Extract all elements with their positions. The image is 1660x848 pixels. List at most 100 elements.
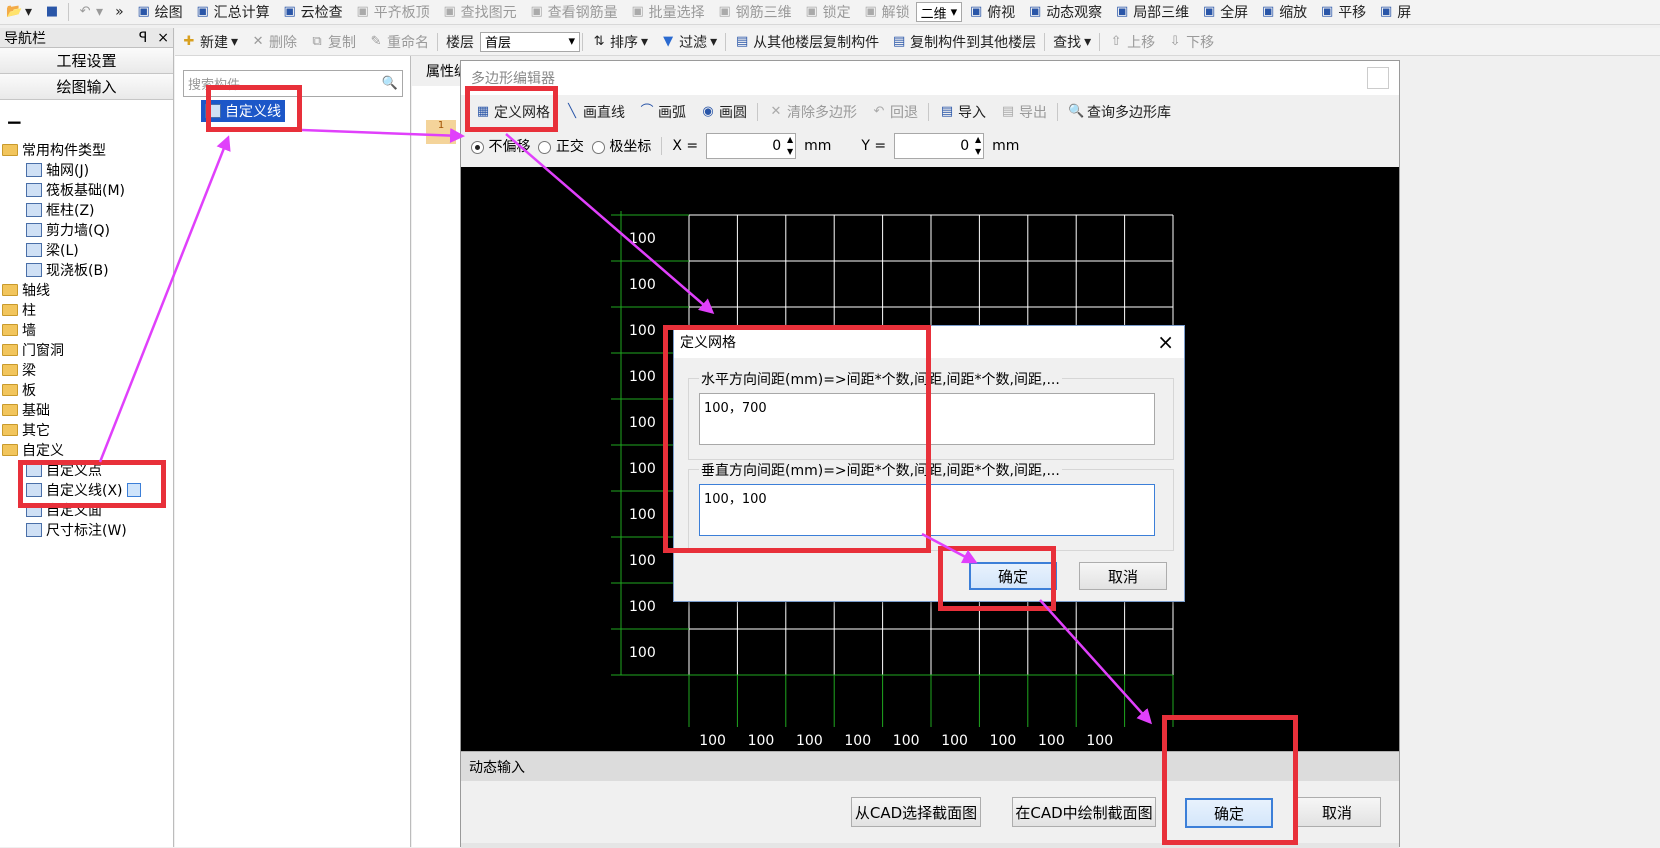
filter-button[interactable]: ▼ 过滤 ▾	[654, 29, 723, 54]
save-button[interactable]: ■	[38, 0, 66, 24]
search-input[interactable]: 搜索构件...	[188, 74, 252, 93]
editor-tool-0[interactable]: ▦ 定义网格	[469, 100, 556, 125]
x-input[interactable]: 0 ▲ ▼	[706, 133, 797, 159]
editor-close-button[interactable]	[1367, 67, 1389, 89]
tb1b-button-0[interactable]: ▣ 俯视	[962, 0, 1021, 24]
tb1b-button-6[interactable]: ▣ 屏	[1372, 0, 1417, 24]
collapse-all-button[interactable]: −	[6, 110, 23, 134]
property-tab[interactable]: 属性编	[412, 56, 460, 86]
editor-tool-2[interactable]: ⌒ 画弧	[633, 100, 692, 125]
tree-item[interactable]: 自定义点	[0, 460, 174, 480]
component-search[interactable]: 搜索构件... 🔍	[183, 70, 403, 97]
folder-icon	[2, 344, 18, 356]
spinner-icon[interactable]: ▲ ▼	[787, 134, 793, 158]
tb1-button-5[interactable]: ▣ 查看钢筋量	[523, 0, 624, 24]
tree-item[interactable]: 其它	[0, 420, 174, 440]
tree-item[interactable]: 现浇板(B)	[0, 260, 174, 280]
radio-no-offset[interactable]: 不偏移	[471, 136, 530, 156]
tree-item[interactable]: 轴网(J)	[0, 160, 174, 180]
tb1b-button-3[interactable]: ▣ 全屏	[1195, 0, 1254, 24]
tree-item[interactable]: 筏板基础(M)	[0, 180, 174, 200]
dynamic-input-tab[interactable]: 动态输入	[469, 757, 525, 777]
tb1-button-7[interactable]: ▣ 钢筋三维	[711, 0, 798, 24]
tb1-button-6[interactable]: ▣ 批量选择	[624, 0, 711, 24]
spinner-icon[interactable]: ▲ ▼	[975, 134, 981, 158]
folder-icon	[2, 424, 18, 436]
more-button[interactable]: »	[109, 0, 130, 24]
tb1b-button-2[interactable]: ▣ 局部三维	[1108, 0, 1195, 24]
tree-item[interactable]: 自定义线(X)	[0, 480, 174, 500]
tree-item[interactable]: 门窗洞	[0, 340, 174, 360]
editor-tool-5[interactable]: ↶ 回退	[865, 100, 924, 125]
undo-button[interactable]: ↶ ▾	[71, 0, 109, 24]
copy-button[interactable]: ⧉ 复制	[303, 29, 362, 54]
tb1b-button-4[interactable]: ▣ 缩放	[1254, 0, 1313, 24]
y-input[interactable]: 0 ▲ ▼	[894, 133, 985, 159]
tb1-button-8[interactable]: ▣ 锁定	[798, 0, 857, 24]
tb1-button-4[interactable]: ▣ 查找图元	[436, 0, 523, 24]
floor-select[interactable]: 首层 ▾	[480, 31, 581, 52]
radio-polar[interactable]: 极坐标	[591, 136, 651, 156]
import-icon: ▤	[940, 104, 954, 119]
find-element-icon: ▣	[443, 4, 456, 19]
tb1b-button-1[interactable]: ▣ 动态观察	[1021, 0, 1108, 24]
find-button[interactable]: 查找 ▾	[1047, 29, 1097, 54]
tree-item[interactable]: 柱	[0, 300, 174, 320]
horizontal-spacing-input[interactable]: 100，700	[699, 393, 1155, 445]
divider	[582, 32, 584, 51]
delete-button[interactable]: ✕ 删除	[244, 29, 303, 54]
tb1b-button-5[interactable]: ▣ 平移	[1313, 0, 1372, 24]
move-up-button[interactable]: ⇧ 上移	[1102, 29, 1161, 54]
sort-button[interactable]: ⇅ 排序 ▾	[585, 29, 654, 54]
tree-item-label: 自定义点	[46, 463, 102, 479]
new-button[interactable]: ✚ 新建 ▾	[175, 29, 244, 54]
editor-tool-8[interactable]: 🔍 查询多边形库	[1062, 100, 1177, 125]
tree-item[interactable]: 自定义	[0, 440, 174, 460]
close-icon[interactable]: ×	[157, 30, 169, 46]
project-settings-button[interactable]: 工程设置	[0, 48, 173, 74]
tree-item[interactable]: 基础	[0, 400, 174, 420]
move-down-button[interactable]: ⇩ 下移	[1161, 29, 1220, 54]
editor-tool-6[interactable]: ▤ 导入	[933, 100, 992, 125]
radio-ortho[interactable]: 正交	[538, 136, 584, 156]
search-icon[interactable]: 🔍	[382, 76, 398, 91]
dialog-ok-button[interactable]: 确定	[969, 562, 1057, 590]
drawing-input-button[interactable]: 绘图输入	[0, 74, 173, 100]
editor-ok-button[interactable]: 确定	[1185, 798, 1273, 828]
cad-draw-button[interactable]: 在CAD中绘制截面图	[1012, 797, 1156, 827]
dialog-cancel-button[interactable]: 取消	[1079, 562, 1167, 590]
tb1-button-9[interactable]: ▣ 解锁	[857, 0, 916, 24]
pin-icon[interactable]: ꟼ	[139, 30, 147, 46]
tree-item[interactable]: 常用构件类型	[0, 140, 174, 160]
tree-item[interactable]: 尺寸标注(W)	[0, 520, 174, 540]
rename-button[interactable]: ✎ 重命名	[362, 29, 435, 54]
editor-tool-1[interactable]: ╲ 画直线	[558, 100, 631, 125]
list-item-custom-line[interactable]: 自定义线	[201, 100, 285, 122]
tree-item[interactable]: 剪力墙(Q)	[0, 220, 174, 240]
tree-item[interactable]: 梁(L)	[0, 240, 174, 260]
view-mode-select[interactable]: 二维 ▾	[915, 2, 963, 22]
dialog-close-icon[interactable]: ×	[1157, 330, 1174, 354]
tb1-button-0[interactable]: ▣ 绘图	[130, 0, 189, 24]
properties-icon[interactable]	[126, 483, 141, 497]
tree-item[interactable]: 框柱(Z)	[0, 200, 174, 220]
editor-tool-3[interactable]: ◉ 画圆	[694, 100, 753, 125]
tb1-button-1[interactable]: ▣ 汇总计算	[189, 0, 276, 24]
copy-from-floor-button[interactable]: ▤ 从其他楼层复制构件	[728, 29, 885, 54]
tree-item[interactable]: 自定义面	[0, 500, 174, 520]
tb1-button-3[interactable]: ▣ 平齐板顶	[349, 0, 436, 24]
tree-item[interactable]: 墙	[0, 320, 174, 340]
copy-to-floor-button[interactable]: ▤ 复制构件到其他楼层	[885, 29, 1042, 54]
tb1b-label: 俯视	[987, 5, 1016, 21]
tree-item[interactable]: 轴线	[0, 280, 174, 300]
tb1-button-2[interactable]: ▣ 云检查	[276, 0, 349, 24]
tree-item[interactable]: 梁	[0, 360, 174, 380]
open-file-button[interactable]: 📂 ▾	[0, 0, 38, 24]
tree-item[interactable]: 板	[0, 380, 174, 400]
cad-select-button[interactable]: 从CAD选择截面图	[851, 797, 981, 827]
vertical-spacing-input[interactable]: 100，100	[699, 484, 1155, 536]
rename-label: 重命名	[387, 34, 430, 51]
editor-cancel-button[interactable]: 取消	[1293, 797, 1381, 827]
editor-tool-7[interactable]: ▤ 导出	[994, 100, 1053, 125]
editor-tool-4[interactable]: ✕ 清除多边形	[762, 100, 863, 125]
